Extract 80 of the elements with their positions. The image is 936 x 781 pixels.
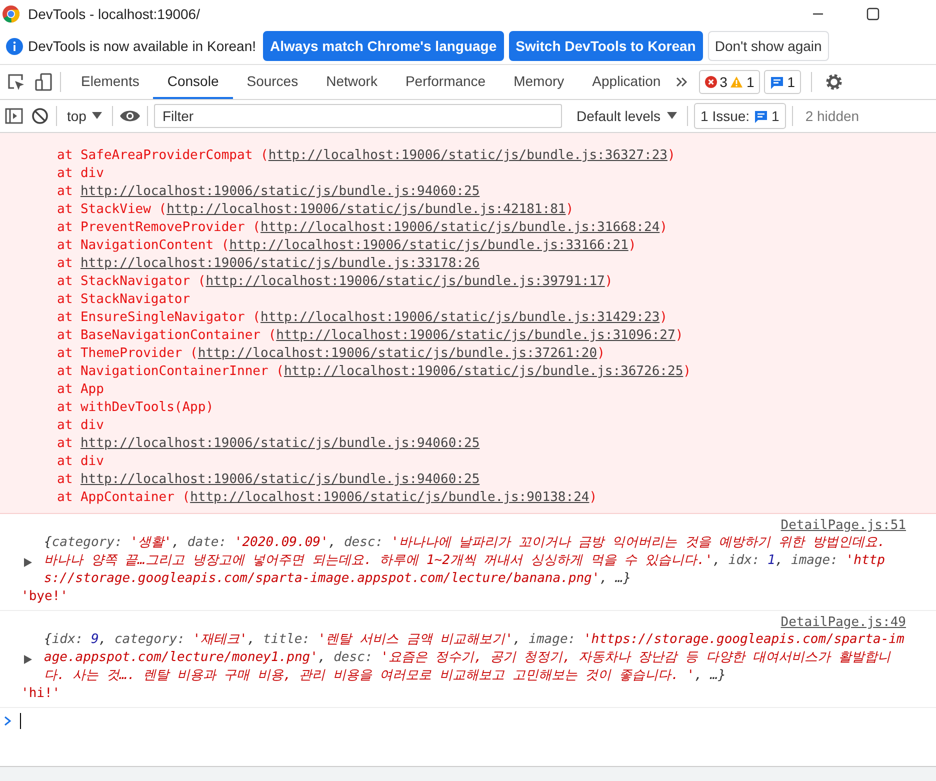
panel-tab[interactable]: Performance xyxy=(391,65,500,99)
stack-trace-line: at http://localhost:19006/static/js/bundle.js:94060:25 xyxy=(57,471,481,489)
stack-trace-line: at BaseNavigationContainer (http://localhost:19006/static/js/bundle.js:31096:27) xyxy=(57,327,684,345)
source-link[interactable]: http://localhost:19006/static/js/bundle.js:94060:25 xyxy=(80,436,480,451)
object-preview[interactable]: {category: '생활', date: '2020.09.09', desc: '바나나에 날파리가 꼬이거나 금방 익어버리는 것을 예방하기 위한 방법인데요. 바나나 양쪽 끝…그리고 냉장고에 넣어주면 되는데요. 하루에 1~2개씩 꺼내서 싱싱하게 먹을 수 있습니다.', idx: 1, image: 'https://storage.googleapis.com/sparta-image.appspot.com/lecture/banana.png', …} xyxy=(36,534,906,588)
prompt-chevron-icon xyxy=(4,716,12,726)
source-link[interactable]: http://localhost:19006/static/js/bundle.js:94060:25 xyxy=(80,472,480,487)
stack-trace-line: at http://localhost:19006/static/js/bundle.js:33178:26 xyxy=(57,255,481,273)
source-link[interactable]: http://localhost:19006/static/js/bundle.js:31096:27 xyxy=(276,328,676,343)
hidden-count: 2 hidden xyxy=(804,108,860,124)
source-link[interactable]: http://localhost:19006/static/js/bundle.js:33178:26 xyxy=(80,256,480,271)
infobar-message: DevTools is now available in Korean! xyxy=(28,38,256,54)
stack-trace-line: at App xyxy=(57,381,105,399)
message-count: 1 xyxy=(787,74,796,90)
info-icon xyxy=(6,38,23,54)
stack-trace-line: at withDevTools(App) xyxy=(57,399,215,417)
source-link[interactable]: http://localhost:19006/static/js/bundle.js:94060:25 xyxy=(80,184,480,199)
expand-triangle-icon[interactable] xyxy=(24,655,32,664)
panel-tab[interactable]: Elements xyxy=(67,65,154,99)
clear-console-icon[interactable] xyxy=(30,106,50,126)
source-link[interactable]: http://localhost:19006/static/js/bundle.js:39791:17 xyxy=(206,274,605,289)
more-tabs-icon[interactable] xyxy=(674,75,689,89)
source-link[interactable]: http://localhost:19006/static/js/bundle.js:37261:20 xyxy=(198,346,598,361)
source-link[interactable]: http://localhost:19006/static/js/bundle.js:31429:23 xyxy=(260,310,660,325)
message-icon xyxy=(770,76,784,88)
window-title: DevTools - localhost:19006/ xyxy=(28,6,200,22)
inspect-icon[interactable] xyxy=(6,72,26,92)
warning-icon xyxy=(730,76,744,88)
source-link[interactable]: http://localhost:19006/static/js/bundle.js:36726:25 xyxy=(284,364,684,379)
levels-dropdown[interactable]: Default levels xyxy=(572,108,681,124)
caret-icon xyxy=(666,112,677,120)
message-counter[interactable]: 1 xyxy=(764,70,802,94)
error-icon xyxy=(704,76,717,88)
stack-trace-line: at div xyxy=(57,453,105,471)
panel-tab[interactable]: Memory xyxy=(500,65,578,99)
stack-trace-line: at NavigationContent (http://localhost:19006/static/js/bundle.js:33166:21) xyxy=(57,237,638,255)
log-string: 'bye!' xyxy=(21,588,69,606)
stack-trace-line: at ThemeProvider (http://localhost:19006/static/js/bundle.js:37261:20) xyxy=(57,345,606,363)
device-toggle-icon[interactable] xyxy=(34,72,54,92)
eye-icon[interactable] xyxy=(119,108,142,124)
settings-icon[interactable] xyxy=(824,72,844,92)
stack-trace-line: at AppContainer (http://localhost:19006/static/js/bundle.js:90138:24) xyxy=(57,489,598,507)
message-icon xyxy=(754,110,768,122)
infobar-button[interactable]: Always match Chrome's language xyxy=(263,31,504,61)
stack-trace-line: at div xyxy=(57,165,105,183)
panel-tab[interactable]: Network xyxy=(312,65,392,99)
stack-trace-line: at EnsureSingleNavigator (http://localhost:19006/static/js/bundle.js:31429:23) xyxy=(57,309,668,327)
error-count: 3 xyxy=(720,74,728,90)
stack-trace-line: at SafeAreaProviderCompat (http://localhost:19006/static/js/bundle.js:36327:23) xyxy=(57,147,676,165)
warning-count: 1 xyxy=(746,74,754,90)
panel-tab[interactable]: Application xyxy=(578,65,675,99)
source-link[interactable]: DetailPage.js:49 xyxy=(780,615,906,631)
filter-field[interactable]: Filter xyxy=(154,104,562,128)
source-link[interactable]: http://localhost:19006/static/js/bundle.js:33166:21 xyxy=(229,238,628,253)
caret-icon xyxy=(92,112,102,120)
object-preview[interactable]: {idx: 9, category: '재테크', title: '렌탈 서비스 금액 비교해보기', image: 'https://storage.googleapis.com/sparta-image.appspot.com/lecture/money1.png', desc: '요즘은 정수기, 공기 청정기, 자동차나 장난감 등 다양한 대여서비스가 활발합니다. 사는 것…. 렌탈 비용과 구매 비용, 관리 비용을 여러모로 비교해보고 고민해보는 것이 좋습니다. ', …} xyxy=(36,631,906,685)
sidebar-toggle-icon[interactable] xyxy=(4,106,24,126)
source-link[interactable]: http://localhost:19006/static/js/bundle.js:36327:23 xyxy=(268,148,668,163)
context-dropdown[interactable]: top xyxy=(63,108,106,124)
source-link[interactable]: http://localhost:19006/static/js/bundle.js:90138:24 xyxy=(190,490,590,505)
stack-trace-line: at StackNavigator xyxy=(57,291,192,309)
panel-tab[interactable]: Sources xyxy=(232,65,312,99)
stack-trace-line: at PreventRemoveProvider (http://localhost:19006/static/js/bundle.js:31668:24) xyxy=(57,219,668,237)
source-link[interactable]: http://localhost:19006/static/js/bundle.js:42181:81 xyxy=(166,202,566,217)
stack-trace-line: at NavigationContainerInner (http://localhost:19006/static/js/bundle.js:36726:25) xyxy=(57,363,692,381)
stack-trace-line: at div xyxy=(57,417,105,435)
maximize-icon[interactable] xyxy=(866,7,880,21)
source-link[interactable]: DetailPage.js:51 xyxy=(780,518,906,534)
issues-button[interactable]: 1 Issue: 1 xyxy=(694,103,786,129)
infobar-button[interactable]: Don't show again xyxy=(708,31,829,61)
console-input-cursor[interactable] xyxy=(20,713,21,729)
source-link[interactable]: http://localhost:19006/static/js/bundle.js:31668:24 xyxy=(260,220,660,235)
infobar-button[interactable]: Switch DevTools to Korean xyxy=(508,31,703,61)
expand-triangle-icon[interactable] xyxy=(24,558,32,567)
stack-trace-line: at StackView (http://localhost:19006/static/js/bundle.js:42181:81) xyxy=(57,201,575,219)
stack-trace-line: at http://localhost:19006/static/js/bundle.js:94060:25 xyxy=(57,183,481,201)
stack-trace-line: at StackNavigator (http://localhost:19006/static/js/bundle.js:39791:17) xyxy=(57,273,614,291)
issue-counter[interactable]: 3 1 xyxy=(698,70,760,94)
log-string: 'hi!' xyxy=(21,685,62,703)
stack-trace-line: at http://localhost:19006/static/js/bundle.js:94060:25 xyxy=(57,435,481,453)
